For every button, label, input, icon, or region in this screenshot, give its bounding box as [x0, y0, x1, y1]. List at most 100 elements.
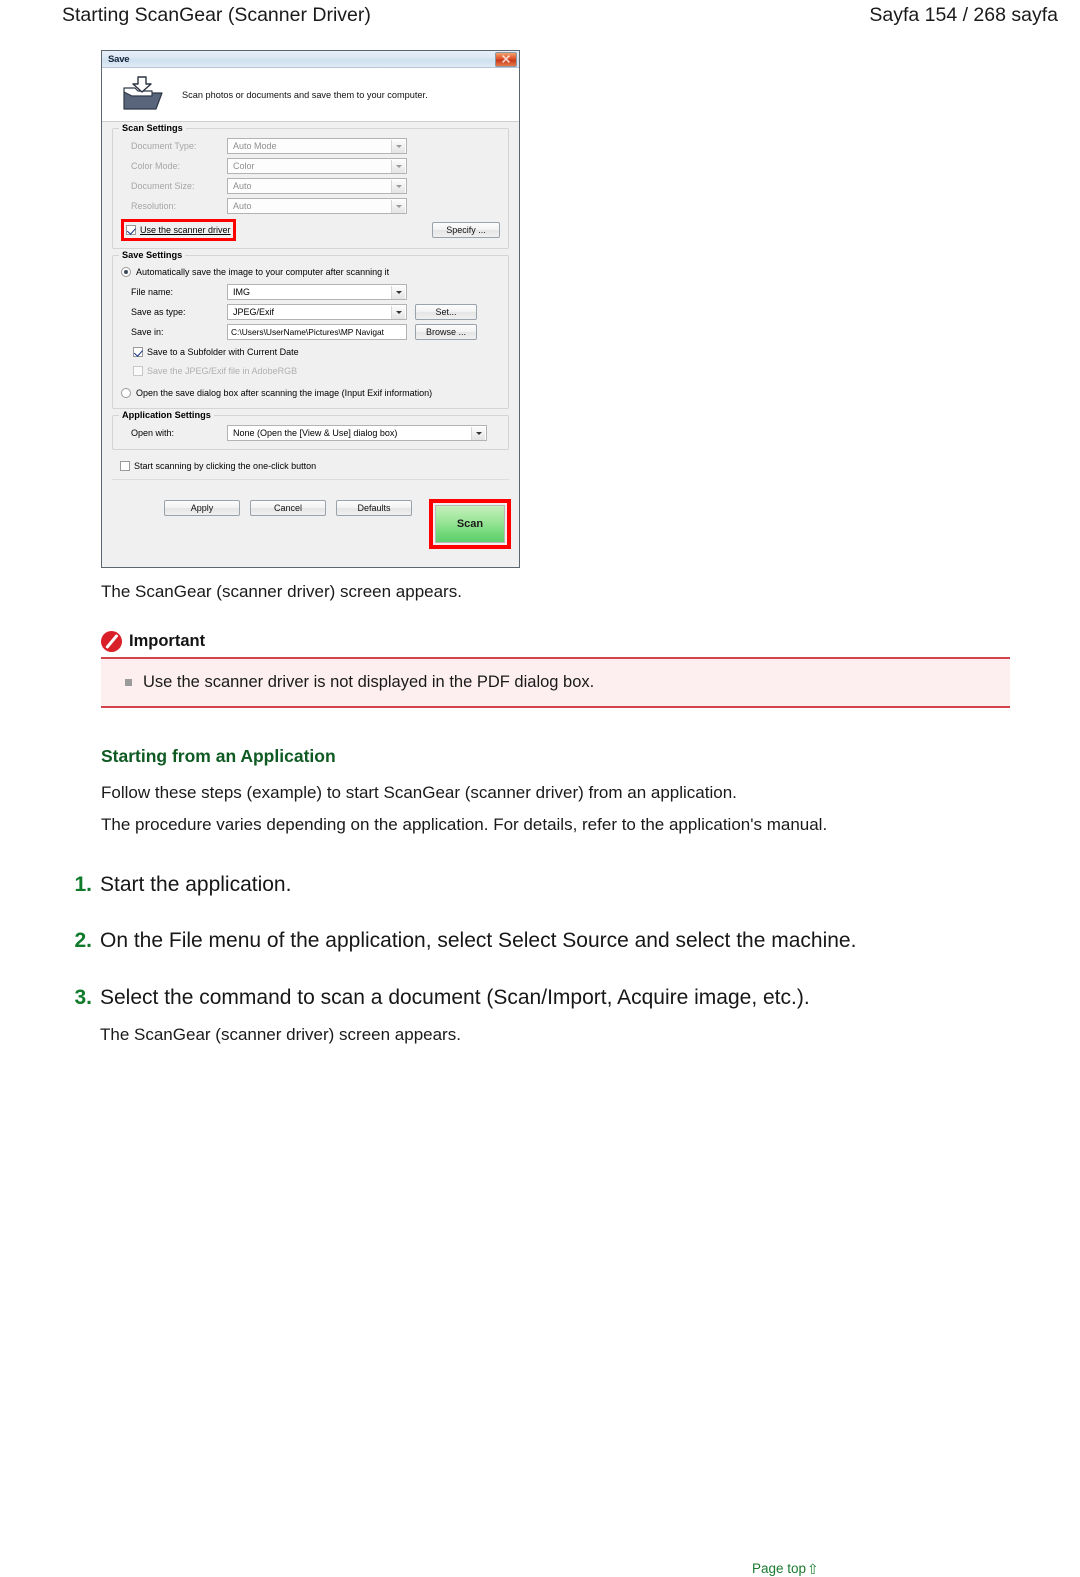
- field-save-in: Save in: C:\Users\UserName\Pictures\MP N…: [121, 324, 500, 340]
- adobergb-label: Save the JPEG/Exif file in AdobeRGB: [147, 366, 298, 376]
- close-icon[interactable]: [495, 51, 517, 67]
- adobergb-checkbox[interactable]: Save the JPEG/Exif file in AdobeRGB: [133, 364, 500, 378]
- resolution-value: Auto: [233, 201, 252, 211]
- step-number: 2.: [74, 929, 92, 953]
- section-heading: Starting from an Application: [101, 745, 336, 766]
- field-save-as-type: Save as type: JPEG/Exif Set...: [121, 304, 500, 320]
- intro-paragraph-1: Follow these steps (example) to start Sc…: [101, 782, 737, 802]
- checkbox-icon: [133, 347, 143, 357]
- dialog-banner-text: Scan photos or documents and save them t…: [182, 89, 428, 100]
- step-text: On the File menu of the application, sel…: [100, 929, 857, 953]
- color-mode-select[interactable]: Color: [227, 158, 407, 174]
- checkbox-icon: [133, 366, 143, 376]
- field-file-name: File name: IMG: [121, 284, 500, 300]
- arrow-up-icon: ⇧: [807, 1560, 819, 1577]
- save-dialog-screenshot: Save Scan photos or documents and save t…: [101, 50, 520, 568]
- step-text: Select the command to scan a document (S…: [100, 985, 810, 1009]
- set-button[interactable]: Set...: [415, 304, 477, 320]
- one-click-checkbox[interactable]: Start scanning by clicking the one-click…: [120, 459, 509, 473]
- subfolder-label: Save to a Subfolder with Current Date: [147, 347, 299, 357]
- steps-list: 1. Start the application. 2. On the File…: [0, 872, 1080, 1047]
- dialog-titlebar: Save: [102, 51, 519, 68]
- scan-settings-group: Scan Settings Document Type: Auto Mode C…: [112, 123, 509, 249]
- save-in-input[interactable]: C:\Users\UserName\Pictures\MP Navigat: [227, 324, 407, 340]
- apply-button[interactable]: Apply: [164, 500, 240, 516]
- important-title: Important: [129, 631, 206, 650]
- page-header: Starting ScanGear (Scanner Driver) Sayfa…: [0, 0, 1080, 34]
- one-click-label: Start scanning by clicking the one-click…: [134, 461, 317, 471]
- defaults-button[interactable]: Defaults: [336, 500, 412, 516]
- checkbox-icon: [120, 461, 130, 471]
- application-settings-group: Application Settings Open with: None (Op…: [112, 410, 509, 450]
- scan-button[interactable]: Scan: [435, 505, 505, 543]
- application-settings-legend: Application Settings: [119, 410, 214, 420]
- use-scanner-driver-label: Use the scanner driver: [140, 225, 231, 235]
- document-size-select[interactable]: Auto: [227, 178, 407, 194]
- important-box: Use the scanner driver is not displayed …: [101, 656, 1010, 708]
- important-item: Use the scanner driver is not displayed …: [125, 671, 1010, 694]
- open-with-select[interactable]: None (Open the [View & Use] dialog box): [227, 425, 487, 441]
- save-settings-group: Save Settings Automatically save the ima…: [112, 250, 509, 409]
- dialog-banner: Scan photos or documents and save them t…: [102, 68, 519, 122]
- open-with-label: Open with:: [131, 428, 175, 438]
- open-save-dialog-radio[interactable]: Open the save dialog box after scanning …: [121, 386, 500, 400]
- step-number: 1.: [74, 873, 92, 897]
- field-document-type: Document Type: Auto Mode: [121, 138, 500, 154]
- document-size-label: Document Size:: [131, 181, 195, 191]
- subfolder-checkbox[interactable]: Save to a Subfolder with Current Date: [133, 345, 500, 359]
- page-top-link[interactable]: Page top ⇧: [752, 1561, 819, 1576]
- field-open-with: Open with: None (Open the [View & Use] d…: [121, 425, 500, 441]
- dialog-title: Save: [108, 53, 130, 65]
- document-type-value: Auto Mode: [233, 141, 277, 151]
- field-document-size: Document Size: Auto: [121, 178, 500, 194]
- save-as-type-label: Save as type:: [131, 307, 186, 317]
- use-driver-row: Use the scanner driver Specify ...: [121, 219, 500, 241]
- chevron-down-icon: [471, 426, 485, 440]
- chevron-down-icon: [391, 305, 405, 319]
- bullet-icon: [125, 678, 132, 686]
- field-resolution: Resolution: Auto: [121, 198, 500, 214]
- save-settings-legend: Save Settings: [119, 250, 186, 260]
- scan-settings-legend: Scan Settings: [119, 123, 186, 133]
- radio-icon: [121, 267, 131, 277]
- auto-save-label: Automatically save the image to your com…: [136, 267, 390, 277]
- document-type-label: Document Type:: [131, 141, 197, 151]
- file-name-select[interactable]: IMG: [227, 284, 407, 300]
- specify-button[interactable]: Specify ...: [432, 222, 500, 238]
- document-type-select[interactable]: Auto Mode: [227, 138, 407, 154]
- use-scanner-driver-checkbox[interactable]: Use the scanner driver: [126, 223, 231, 237]
- document-size-value: Auto: [233, 181, 252, 191]
- page-title: Starting ScanGear (Scanner Driver): [62, 4, 371, 26]
- step-number: 3.: [74, 985, 92, 1009]
- step-item: 2. On the File menu of the application, …: [70, 928, 1080, 954]
- cancel-button[interactable]: Cancel: [250, 500, 326, 516]
- save-in-label: Save in:: [131, 327, 164, 337]
- use-driver-highlight: Use the scanner driver: [121, 219, 236, 241]
- color-mode-label: Color Mode:: [131, 161, 181, 171]
- important-header: Important: [101, 630, 1010, 652]
- open-save-dialog-label: Open the save dialog box after scanning …: [136, 388, 433, 398]
- caption-after-dialog: The ScanGear (scanner driver) screen app…: [101, 582, 462, 601]
- intro-paragraph-2: The procedure varies depending on the ap…: [101, 815, 828, 835]
- auto-save-radio[interactable]: Automatically save the image to your com…: [121, 265, 500, 279]
- chevron-down-icon: [391, 139, 405, 153]
- save-folder-icon: [122, 75, 164, 114]
- step-subtext: The ScanGear (scanner driver) screen app…: [100, 1024, 461, 1044]
- chevron-down-icon: [391, 285, 405, 299]
- step-item: 1. Start the application.: [70, 872, 1080, 898]
- page-number-indicator: Sayfa 154 / 268 sayfa: [869, 4, 1058, 26]
- step-text: Start the application.: [100, 873, 292, 897]
- chevron-down-icon: [391, 159, 405, 173]
- radio-icon: [121, 388, 131, 398]
- resolution-select[interactable]: Auto: [227, 198, 407, 214]
- resolution-label: Resolution:: [131, 201, 177, 211]
- save-as-type-value: JPEG/Exif: [233, 307, 275, 317]
- dialog-body: Scan Settings Document Type: Auto Mode C…: [102, 122, 519, 516]
- save-as-type-select[interactable]: JPEG/Exif: [227, 304, 407, 320]
- color-mode-value: Color: [233, 161, 255, 171]
- page-top-label: Page top: [752, 1561, 807, 1576]
- browse-button[interactable]: Browse ...: [415, 324, 477, 340]
- important-item-text: Use the scanner driver is not displayed …: [143, 672, 595, 691]
- divider: [112, 479, 509, 480]
- chevron-down-icon: [391, 199, 405, 213]
